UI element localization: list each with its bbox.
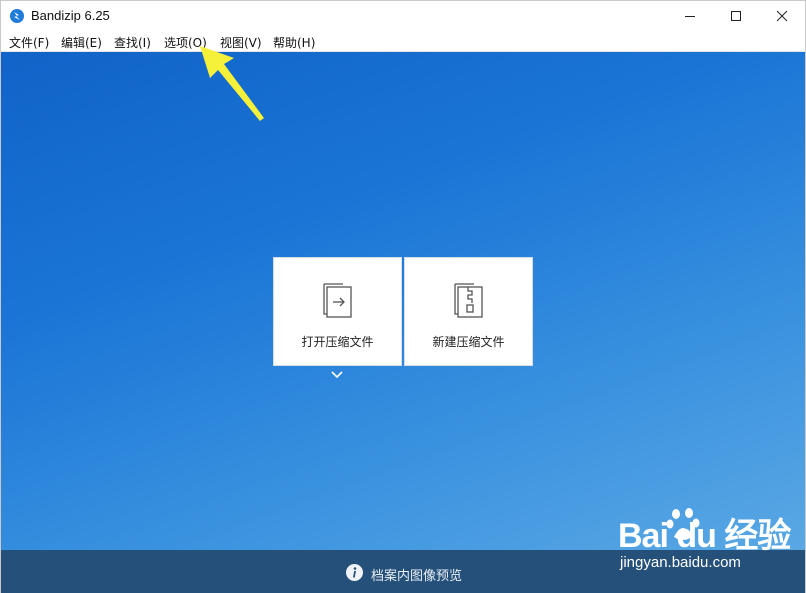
menu-bar: 文件(F) 编辑(E) 查找(I) 选项(O) 视图(V) 帮助(H): [1, 31, 805, 52]
menu-find[interactable]: 查找(I): [114, 34, 151, 51]
baidu-paw-icon: [666, 508, 700, 540]
annotation-arrow-icon: [200, 46, 264, 121]
close-button[interactable]: [759, 1, 805, 31]
new-archive-icon: [454, 283, 483, 318]
watermark-url: jingyan.baidu.com: [620, 554, 741, 571]
baidu-watermark: Bai du 经验: [618, 517, 791, 555]
new-archive-button[interactable]: 新建压缩文件: [404, 257, 533, 366]
bandizip-logo-icon: [10, 9, 24, 23]
new-archive-label: 新建压缩文件: [432, 335, 505, 349]
maximize-icon: [731, 11, 741, 21]
open-archive-icon: [323, 283, 352, 318]
chevron-down-icon[interactable]: [330, 370, 344, 380]
menu-edit[interactable]: 编辑(E): [61, 34, 102, 51]
menu-file[interactable]: 文件(F): [9, 34, 49, 51]
maximize-button[interactable]: [713, 1, 759, 31]
menu-help[interactable]: 帮助(H): [273, 34, 315, 51]
minimize-button[interactable]: [667, 1, 713, 31]
info-icon: [346, 564, 363, 581]
preview-label: 档案内图像预览: [371, 569, 463, 584]
open-archive-label: 打开压缩文件: [301, 335, 374, 349]
title-bar[interactable]: Bandizip 6.25: [1, 1, 805, 31]
open-archive-button[interactable]: 打开压缩文件: [273, 257, 402, 366]
window-title: Bandizip 6.25: [31, 8, 110, 23]
minimize-icon: [685, 16, 695, 17]
close-icon: [776, 10, 788, 22]
main-area: 打开压缩文件 新建压缩文件: [1, 52, 805, 550]
